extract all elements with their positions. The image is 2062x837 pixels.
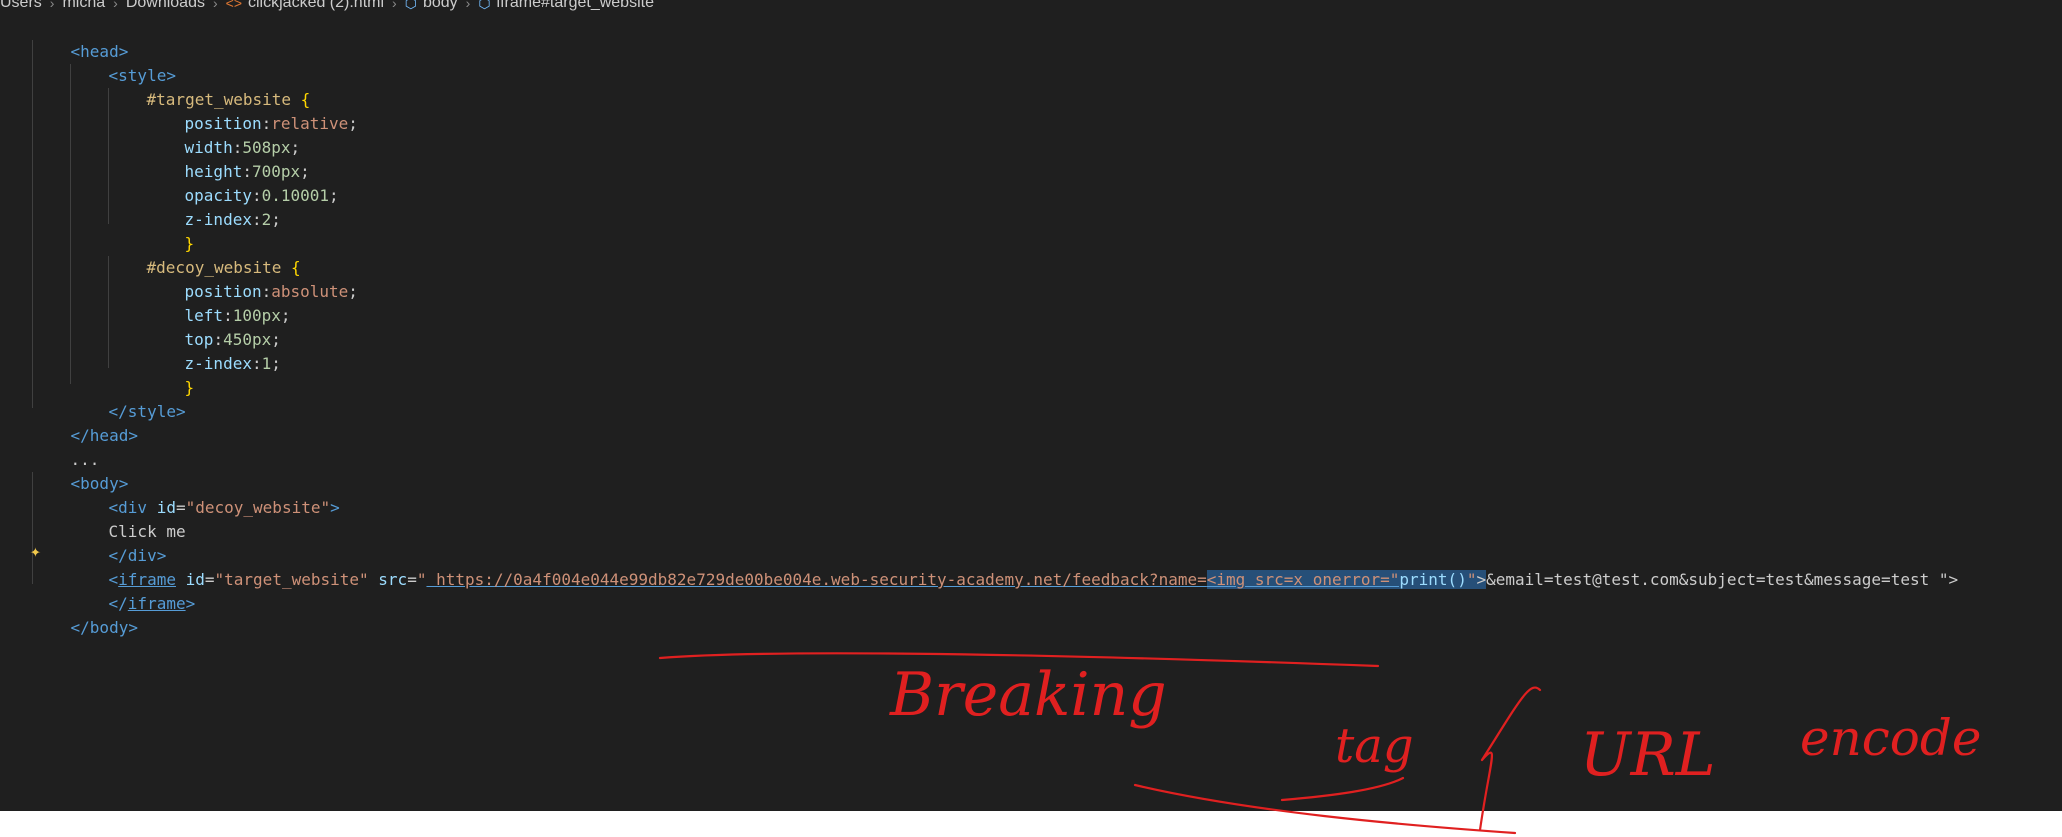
chevron-right-icon: ›	[392, 0, 397, 11]
code-line: width:508px;	[184, 138, 301, 157]
code-line: </head>	[32, 400, 138, 445]
code-line: <style>	[70, 40, 176, 85]
code-line: </body>	[32, 592, 138, 637]
chevron-right-icon: ›	[49, 0, 55, 11]
code-line: }	[146, 352, 195, 397]
breadcrumb-item-iframe[interactable]: iframe#target_website	[497, 0, 654, 12]
chevron-right-icon: ›	[113, 0, 118, 11]
sparkle-icon[interactable]: ✦	[30, 541, 41, 562]
selected-text: print()	[1399, 570, 1467, 589]
indent-guide	[32, 40, 33, 408]
code-line: top:450px;	[184, 330, 281, 349]
code-line: }	[146, 208, 195, 253]
code-line: </div>	[70, 520, 167, 565]
attr-name: src	[378, 570, 408, 589]
selected-text: >	[1476, 570, 1487, 589]
html-file-icon: <>	[225, 0, 242, 11]
code-editor[interactable]: Users › micha › Downloads › <> clickjack…	[0, 0, 2062, 811]
css-property: z-index	[184, 354, 252, 373]
attr-value: "decoy_website"	[185, 498, 331, 517]
code-line: <head>	[32, 16, 129, 61]
chevron-right-icon: ›	[212, 0, 218, 11]
breadcrumb: Users › micha › Downloads › <> clickjack…	[0, 0, 654, 14]
attr-value: "target_website"	[214, 570, 369, 589]
breadcrumb-item-downloads[interactable]: Downloads	[126, 0, 205, 12]
breadcrumb-item-file[interactable]: clickjacked (2).html	[248, 0, 384, 12]
tag-token: </body>	[70, 618, 138, 637]
code-line: <body>	[32, 448, 129, 493]
code-line: height:700px;	[184, 162, 310, 181]
code-line: #target_website {	[108, 64, 311, 109]
css-value: 2	[261, 210, 272, 229]
code-line: left:100px;	[184, 306, 291, 325]
code-line-iframe: <iframe id="target_website" src=" https:…	[108, 570, 1959, 589]
code-line: position:relative;	[184, 114, 358, 133]
tag-icon: ⬡	[404, 0, 417, 11]
code-line: <div id="decoy_website">	[108, 498, 340, 517]
breadcrumb-item-body[interactable]: body	[423, 0, 458, 12]
code-line: </style>	[70, 376, 186, 421]
code-line: Click me	[70, 496, 186, 541]
tag-token: >	[185, 594, 196, 613]
css-value: 1	[261, 354, 272, 373]
code-line: </iframe>	[70, 568, 196, 613]
brace-token: }	[184, 378, 195, 397]
code-line: #decoy_website {	[108, 232, 301, 277]
css-property: z-index	[184, 210, 252, 229]
selected-text: <img src=x onerror="	[1206, 570, 1400, 589]
code-line: position:absolute;	[184, 282, 358, 301]
tag-token: >	[330, 498, 340, 517]
chevron-right-icon: ›	[465, 0, 471, 11]
code-line: opacity:0.10001;	[184, 186, 339, 205]
code-line: ...	[32, 424, 100, 469]
code-line: z-index:2;	[184, 210, 281, 229]
indent-guide	[70, 64, 71, 384]
tag-icon: ⬡	[478, 0, 491, 11]
url-link[interactable]: https://0a4f004e044e99db82e729de00be004e…	[426, 570, 1207, 589]
code-line: z-index:1;	[184, 354, 281, 373]
url-rest: &email=test@test.com&subject=test&messag…	[1486, 570, 1959, 589]
breadcrumb-item-micha[interactable]: micha	[62, 0, 105, 12]
breadcrumb-item-users[interactable]: Users	[0, 0, 42, 12]
